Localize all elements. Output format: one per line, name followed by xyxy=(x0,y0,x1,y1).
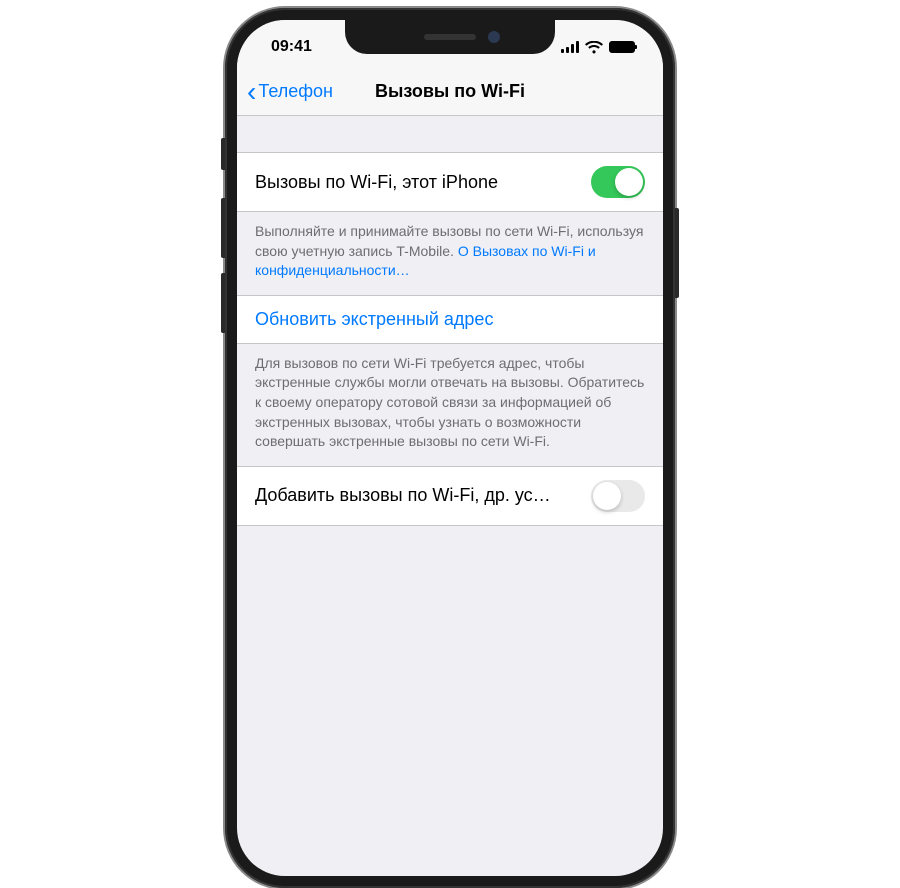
back-button-label: Телефон xyxy=(258,81,333,102)
section-spacer xyxy=(237,116,663,152)
toggle-knob xyxy=(615,168,643,196)
emergency-address-footer: Для вызовов по сети Wi-Fi требуется адре… xyxy=(237,344,663,466)
power-button xyxy=(675,208,679,298)
navigation-bar: ‹ Телефон Вызовы по Wi-Fi xyxy=(237,68,663,116)
wifi-calling-this-iphone-toggle[interactable] xyxy=(591,166,645,198)
volume-up-button xyxy=(221,198,225,258)
battery-icon xyxy=(609,41,635,53)
status-time: 09:41 xyxy=(271,32,312,56)
wifi-calling-footer: Выполняйте и принимайте вызовы по сети W… xyxy=(237,212,663,295)
wifi-icon xyxy=(585,41,603,54)
back-button[interactable]: ‹ Телефон xyxy=(247,78,333,106)
content: Вызовы по Wi-Fi, этот iPhone Выполняйте … xyxy=(237,116,663,526)
cell-label: Вызовы по Wi-Fi, этот iPhone xyxy=(255,172,498,193)
page-title: Вызовы по Wi-Fi xyxy=(375,81,525,102)
cellular-signal-icon xyxy=(561,41,579,53)
status-icons xyxy=(561,35,635,54)
chevron-left-icon: ‹ xyxy=(247,78,256,106)
screen: 09:41 ‹ Телефон Вызовы по Wi-Fi xyxy=(237,20,663,876)
iphone-frame: 09:41 ‹ Телефон Вызовы по Wi-Fi xyxy=(225,8,675,888)
cell-label: Обновить экстренный адрес xyxy=(255,309,493,330)
wifi-calling-this-iphone-cell[interactable]: Вызовы по Wi-Fi, этот iPhone xyxy=(237,152,663,212)
add-wifi-calling-other-toggle[interactable] xyxy=(591,480,645,512)
notch xyxy=(345,20,555,54)
speaker xyxy=(424,34,476,40)
front-camera xyxy=(488,31,500,43)
update-emergency-address-cell[interactable]: Обновить экстренный адрес xyxy=(237,295,663,344)
cell-label: Добавить вызовы по Wi-Fi, др. ус… xyxy=(255,485,551,506)
add-wifi-calling-other-devices-cell[interactable]: Добавить вызовы по Wi-Fi, др. ус… xyxy=(237,466,663,526)
volume-down-button xyxy=(221,273,225,333)
toggle-knob xyxy=(593,482,621,510)
mute-switch xyxy=(221,138,225,170)
